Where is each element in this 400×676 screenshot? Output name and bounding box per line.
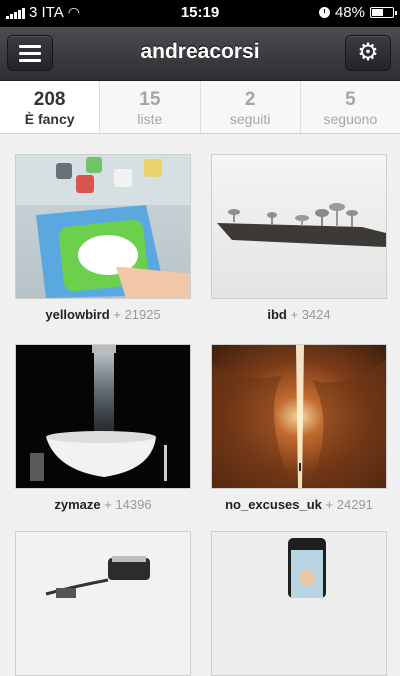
item-image[interactable] (211, 154, 387, 299)
grid-item[interactable]: no_excuses_uk + 24291 (211, 344, 387, 512)
stat-value: 2 (244, 89, 256, 110)
stat-label: liste (137, 111, 163, 127)
item-image[interactable] (15, 344, 191, 489)
mushroom-shelf-illustration (217, 203, 386, 247)
item-image[interactable] (211, 531, 387, 676)
grid-item[interactable]: yellowbird + 21925 (15, 154, 191, 322)
grid-item[interactable] (211, 531, 387, 676)
item-username[interactable]: yellowbird (45, 307, 109, 322)
battery-percent: 48% (334, 4, 365, 21)
stat-fancy[interactable]: 208 È fancy (0, 81, 100, 133)
item-count: + 3424 (290, 307, 331, 322)
item-count: + 24291 (325, 497, 373, 512)
item-username[interactable]: no_excuses_uk (225, 497, 322, 512)
settings-button[interactable]: ⚙ (345, 35, 391, 71)
item-count: + 14396 (104, 497, 152, 512)
item-count: + 21925 (113, 307, 161, 322)
item-username[interactable]: ibd (267, 307, 287, 322)
stat-label: seguiti (229, 111, 271, 127)
projector-illustration (45, 556, 150, 598)
item-caption: zymaze + 14396 (15, 497, 191, 512)
item-image[interactable] (211, 344, 387, 489)
battery-icon (370, 7, 397, 18)
item-caption: yellowbird + 21925 (15, 307, 191, 322)
stat-value: 15 (139, 89, 161, 110)
stat-label: seguono (323, 111, 378, 127)
item-caption: no_excuses_uk + 24291 (211, 497, 387, 512)
stat-label: È fancy (24, 111, 75, 127)
canyon-illustration (212, 345, 386, 488)
stat-following[interactable]: 2 seguiti (199, 81, 300, 133)
grid-item[interactable] (15, 531, 191, 676)
page-title: andreacorsi (140, 40, 260, 63)
alarm-icon (318, 7, 330, 18)
bathtub-illustration (30, 345, 167, 481)
tablet-messages-illustration (16, 155, 190, 298)
profile-stats: 208 È fancy 15 liste 2 seguiti 5 seguono (0, 81, 400, 134)
stat-value: 5 (345, 89, 356, 110)
stat-followers[interactable]: 5 seguono (299, 81, 400, 133)
item-caption: ibd + 3424 (211, 307, 387, 322)
phone-illustration (288, 538, 326, 598)
item-username[interactable]: zymaze (54, 497, 100, 512)
grid-item[interactable]: ibd + 3424 (211, 154, 387, 322)
item-image[interactable] (15, 154, 191, 299)
gear-icon: ⚙ (357, 39, 379, 66)
item-image[interactable] (15, 531, 191, 676)
nav-bar: andreacorsi ⚙ (0, 27, 400, 81)
status-bar: 3 ITA ◠ 15:19 48% (0, 0, 400, 27)
stat-lists[interactable]: 15 liste (99, 81, 199, 133)
stat-value: 208 (33, 89, 66, 110)
grid-item[interactable]: zymaze + 14396 (15, 344, 191, 512)
